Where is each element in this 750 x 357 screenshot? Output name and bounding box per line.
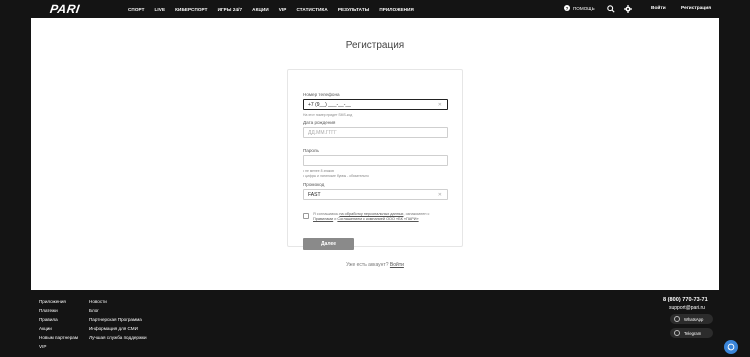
- agreement-link[interactable]: Соглашением с компанией ООО «БК «ПАРИ»: [337, 217, 418, 221]
- footer: Приложения Платежи Правила Акции Новым п…: [0, 290, 750, 357]
- next-button[interactable]: Далее: [303, 238, 354, 250]
- gear-icon: [624, 5, 632, 13]
- consent-checkbox[interactable]: [303, 213, 309, 219]
- have-account-text: Уже есть аккаунт?: [346, 262, 389, 268]
- nav-results[interactable]: РЕЗУЛЬТАТЫ: [338, 7, 369, 12]
- page-title: Регистрация: [345, 40, 405, 51]
- consent-prefix: Я соглашаюсь: [313, 212, 340, 216]
- password-hint-chars: • цифры и латинские буквы - обязательно: [303, 174, 369, 178]
- top-navigation-bar: PARI СПОРТ LIVE КИБЕРСПОРТ ИГРЫ 24/7 АКЦ…: [0, 0, 750, 18]
- footer-link-apps[interactable]: Приложения: [39, 297, 78, 306]
- search-icon: [607, 5, 615, 13]
- nav-statistics[interactable]: СТАТИСТИКА: [296, 7, 327, 12]
- clear-icon[interactable]: ✕: [438, 192, 442, 198]
- promo-input[interactable]: FAST ✕: [303, 189, 448, 200]
- login-link[interactable]: Войти: [390, 262, 404, 268]
- consent-mid: , ознакомлен с: [403, 212, 430, 216]
- pari-logo[interactable]: PARI: [49, 2, 81, 16]
- footer-link-news[interactable]: Новости: [89, 297, 147, 306]
- consent-text: Я соглашаюсь на обработку персональных д…: [313, 212, 448, 222]
- phone-label: Номер телефона: [303, 92, 340, 97]
- whatsapp-icon: [674, 316, 680, 322]
- footer-link-new-partners[interactable]: Новым партнерам: [39, 333, 78, 342]
- nav-promotions[interactable]: АКЦИИ: [252, 7, 269, 12]
- login-button[interactable]: Войти: [651, 6, 666, 11]
- search-button[interactable]: [606, 4, 616, 14]
- telegram-button[interactable]: Telegram: [670, 328, 713, 338]
- footer-link-affiliate[interactable]: Партнерская Программа: [89, 315, 147, 324]
- registration-page: Регистрация Номер телефона +7 (9__) ___-…: [31, 18, 719, 290]
- promo-value: FAST: [308, 191, 321, 198]
- footer-link-rules[interactable]: Правила: [39, 315, 78, 324]
- password-label: Пароль: [303, 148, 319, 153]
- chat-button[interactable]: [724, 340, 738, 354]
- nav-sport[interactable]: СПОРТ: [128, 7, 145, 12]
- registration-form: Номер телефона +7 (9__) ___-__-__ ✕ На э…: [287, 69, 463, 250]
- footer-link-blog[interactable]: Блог: [89, 306, 147, 315]
- rules-link[interactable]: Правилами: [313, 217, 333, 221]
- footer-link-vip[interactable]: VIP: [39, 342, 78, 351]
- settings-button[interactable]: [623, 4, 633, 14]
- telegram-label: Telegram: [684, 330, 702, 336]
- help-label: ПОМОЩЬ: [573, 5, 595, 11]
- phone-input[interactable]: +7 (9__) ___-__-__ ✕: [303, 99, 448, 110]
- footer-col-2: Новости Блог Партнерская Программа Инфор…: [89, 297, 147, 342]
- nav-apps[interactable]: ПРИЛОЖЕНИЯ: [379, 7, 414, 12]
- footer-link-promotions[interactable]: Акции: [39, 324, 78, 333]
- whatsapp-button[interactable]: WhatsApp: [670, 314, 713, 324]
- birth-date-placeholder: ДД.ММ.ГГГГ: [308, 129, 337, 136]
- promo-label: Промокод: [303, 182, 325, 187]
- nav-live[interactable]: LIVE: [155, 7, 166, 12]
- help-link[interactable]: ? ПОМОЩЬ: [564, 5, 595, 11]
- phone-hint: На этот номер придет SMS-код: [303, 113, 353, 117]
- logo-text: PARI: [49, 2, 81, 16]
- telegram-icon: [674, 330, 680, 336]
- birth-date-label: Дата рождения: [303, 120, 336, 125]
- nav-esports[interactable]: КИБЕРСПОРТ: [175, 7, 207, 12]
- support-phone[interactable]: 8 (800) 770-73-71: [663, 297, 708, 303]
- footer-link-support[interactable]: Лучшая служба поддержки: [89, 333, 147, 342]
- main-nav: СПОРТ LIVE КИБЕРСПОРТ ИГРЫ 24/7 АКЦИИ VI…: [128, 0, 424, 18]
- support-email[interactable]: support@pari.ru: [669, 305, 705, 311]
- clear-icon[interactable]: ✕: [438, 102, 442, 108]
- footer-link-payments[interactable]: Платежи: [39, 306, 78, 315]
- nav-games[interactable]: ИГРЫ 24/7: [218, 7, 243, 12]
- phone-value: +7 (9__) ___-__-__: [308, 101, 351, 108]
- chat-icon: [727, 343, 735, 351]
- nav-vip[interactable]: VIP: [279, 7, 287, 12]
- birth-date-input[interactable]: ДД.ММ.ГГГГ: [303, 127, 448, 138]
- footer-col-1: Приложения Платежи Правила Акции Новым п…: [39, 297, 78, 351]
- personal-data-link[interactable]: на обработку персональных данных: [339, 212, 403, 216]
- register-button[interactable]: Регистрация: [681, 6, 711, 11]
- footer-link-media[interactable]: Информация для СМИ: [89, 324, 147, 333]
- password-hint: • не менее 8 знаков • цифры и латинские …: [303, 169, 369, 179]
- have-account-line: Уже есть аккаунт? Войти: [31, 262, 719, 268]
- whatsapp-label: WhatsApp: [684, 316, 704, 322]
- question-icon: ?: [564, 5, 570, 11]
- password-input[interactable]: [303, 155, 448, 166]
